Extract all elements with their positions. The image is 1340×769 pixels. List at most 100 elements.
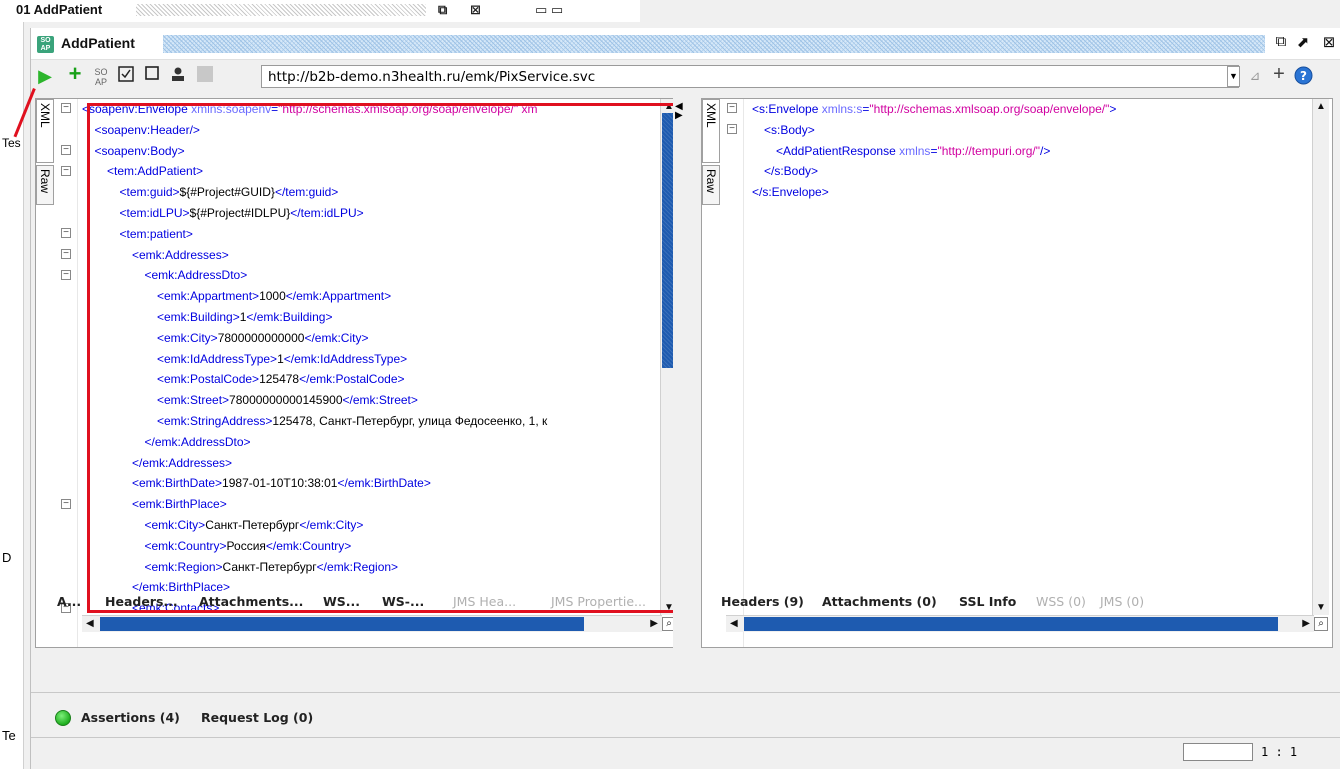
tag-icon[interactable]: ⊿ [1245,66,1265,86]
xml-line[interactable]: <emk:Building>1</emk:Building> [82,307,657,328]
xml-line[interactable]: <tem:idLPU>${#Project#IDLPU}</tem:idLPU> [82,203,657,224]
pane-splitter[interactable]: ◀ ▶ [673,94,685,654]
response-vertical-scrollbar[interactable]: ▲ ▼ [1312,99,1329,615]
left-fragment-te[interactable]: Te [2,728,16,743]
response-xml-tab[interactable]: XML [702,99,720,163]
request-gutter: − − − − − − − − [56,99,78,647]
stop-icon[interactable] [142,66,162,86]
fold-icon[interactable]: − [61,499,71,509]
xml-line[interactable]: <soapenv:Envelope xmlns:soapenv="http://… [82,99,657,120]
xml-line[interactable]: <tem:AddPatient> [82,161,657,182]
xml-line[interactable]: </s:Envelope> [752,182,1307,203]
background-window-title: 01 AddPatient [16,2,103,17]
xml-line[interactable]: <tem:guid>${#Project#GUID}</tem:guid> [82,182,657,203]
close-icon[interactable]: ⊠ [1319,33,1339,53]
splitter-arrows-icon[interactable]: ◀ ▶ [675,102,683,121]
tab-wss[interactable]: WSS (0) [1036,594,1086,609]
request-raw-tab[interactable]: Raw [36,165,54,205]
xml-line[interactable]: <emk:Addresses> [82,245,657,266]
request-xml-content[interactable]: <soapenv:Envelope xmlns:soapenv="http://… [82,99,657,615]
addpatient-window: SO AP AddPatient ⧉ ⬈ ⊠ ▶ + SO AP http://b2… [13,28,1340,769]
xml-line[interactable]: <s:Envelope xmlns:s="http://schemas.xmls… [752,99,1307,120]
fold-icon[interactable]: − [61,103,71,113]
tab-request-log[interactable]: Request Log (0) [201,710,313,725]
fold-icon[interactable]: − [61,270,71,280]
xml-line[interactable]: <emk:Street>78000000000145900</emk:Stree… [82,390,657,411]
left-navigator-strip: Tes D Te [0,22,24,769]
xml-line[interactable]: <emk:Country>Россия</emk:Country> [82,536,657,557]
fold-icon[interactable]: − [61,228,71,238]
assertions-bar: Assertions (4) Request Log (0) [31,700,1340,736]
tab-ssl-info[interactable]: SSL Info [959,594,1016,609]
xml-line[interactable]: <emk:StringAddress>125478, Санкт-Петербу… [82,411,657,432]
fold-icon[interactable]: − [61,145,71,155]
add-endpoint-icon[interactable]: + [1269,64,1289,84]
scroll-up-icon[interactable]: ▲ [1316,101,1326,112]
fold-icon[interactable]: − [61,166,71,176]
xml-line[interactable]: <emk:AddressDto> [82,265,657,286]
progress-box [1183,743,1253,761]
divider [31,692,1340,693]
soap-badge-icon: SO AP [37,36,54,53]
xml-line[interactable]: </s:Body> [752,161,1307,182]
request-xml-tab[interactable]: XML [36,99,54,163]
tab-headers[interactable]: Headers... [105,594,178,609]
background-title-hatch [136,4,426,16]
tab-attachments[interactable]: Attachments... [199,594,303,609]
window-title: AddPatient [61,35,135,51]
fold-icon[interactable]: − [727,103,737,113]
format-icon[interactable]: SO AP [91,67,111,87]
tab-ws-addressing[interactable]: WS... [323,594,360,609]
left-fragment-d[interactable]: D [2,550,11,565]
help-icon[interactable]: ? [1293,66,1313,86]
bg-restore-icon[interactable]: ⧉ [438,2,447,18]
bg-tab-icon[interactable]: ▭ ▭ [535,2,563,18]
tab-jms[interactable]: JMS (0) [1100,594,1144,609]
square-icon[interactable] [195,66,215,86]
tab-jms-headers[interactable]: JMS Hea... [453,594,516,609]
xml-line[interactable]: <tem:patient> [82,224,657,245]
xml-line[interactable]: </emk:Addresses> [82,453,657,474]
endpoint-dropdown-icon[interactable]: ▼ [1227,66,1240,87]
tab-assertions[interactable]: Assertions (4) [81,710,180,725]
xml-line[interactable]: <emk:PostalCode>125478</emk:PostalCode> [82,369,657,390]
response-xml-content[interactable]: <s:Envelope xmlns:s="http://schemas.xmls… [752,99,1307,615]
xml-line[interactable]: <soapenv:Header/> [82,120,657,141]
user-icon[interactable] [168,66,188,86]
request-toolbar: ▶ + SO AP http://b2b-demo.n3health.ru/emk… [31,61,1340,91]
maximize-icon[interactable]: ⬈ [1293,33,1313,53]
response-editor[interactable]: XML Raw − − <s:Envelope xmlns:s="http://… [701,98,1333,648]
xml-line[interactable]: <emk:City>7800000000000</emk:City> [82,328,657,349]
tab-auth[interactable]: A... [57,594,81,609]
xml-line[interactable]: <emk:BirthDate>1987-01-10T10:38:01</emk:… [82,473,657,494]
minimize-icon[interactable]: ⧉ [1271,33,1291,53]
response-raw-tab[interactable]: Raw [702,165,720,205]
request-bottom-tabs: A... Headers... Attachments... WS... WS-… [55,594,695,620]
left-fragment-tes[interactable]: Tes [2,136,21,150]
run-icon[interactable]: ▶ [35,66,55,86]
xml-line[interactable]: <s:Body> [752,120,1307,141]
validate-icon[interactable] [116,66,136,86]
xml-line[interactable]: <emk:City>Санкт-Петербург</emk:City> [82,515,657,536]
title-hatch [163,35,1265,53]
status-bar: 1 : 1 [31,738,1340,769]
xml-line[interactable]: <emk:IdAddressType>1</emk:IdAddressType> [82,349,657,370]
xml-line[interactable]: <emk:Region>Санкт-Петербург</emk:Region> [82,557,657,578]
xml-line[interactable]: <emk:BirthPlace> [82,494,657,515]
tab-ws-rm[interactable]: WS-... [382,594,424,609]
fold-icon[interactable]: − [61,249,71,259]
fold-icon[interactable]: − [727,124,737,134]
endpoint-url-input[interactable]: http://b2b-demo.n3health.ru/emk/PixServi… [261,65,1239,88]
add-icon[interactable]: + [65,63,85,85]
tab-response-headers[interactable]: Headers (9) [721,594,804,609]
xml-line[interactable]: <soapenv:Body> [82,141,657,162]
xml-line[interactable]: <AddPatientResponse xmlns="http://tempur… [752,141,1307,162]
status-ok-icon [55,710,71,726]
tab-response-attachments[interactable]: Attachments (0) [822,594,937,609]
request-editor[interactable]: XML Raw − − − − − − − − <soapenv:Envelop… [35,98,681,648]
xml-line[interactable]: <emk:Appartment>1000</emk:Appartment> [82,286,657,307]
xml-line[interactable]: </emk:AddressDto> [82,432,657,453]
tab-jms-properties[interactable]: JMS Propertie... [551,594,646,609]
bg-close-icon[interactable]: ⊠ [470,2,481,18]
zoom-level: 1 : 1 [1261,745,1298,759]
